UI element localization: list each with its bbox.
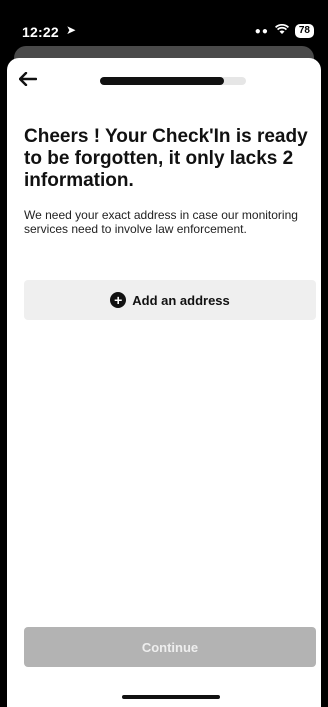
wifi-icon <box>274 23 289 38</box>
plus-circle-icon: + <box>110 292 127 308</box>
status-bar: 12:22 ➤ ●● 78 <box>0 0 328 50</box>
progress-fill <box>100 77 225 85</box>
back-button[interactable] <box>18 71 43 92</box>
signal-dots-icon: ●● <box>254 25 269 37</box>
add-address-label: Add an address <box>132 292 230 308</box>
status-icons: ●● 78 <box>254 23 314 38</box>
home-indicator <box>122 695 220 699</box>
arrow-left-icon <box>18 71 38 87</box>
battery-indicator: 78 <box>294 24 314 38</box>
status-time: 12:22 <box>22 24 59 40</box>
modal-sheet: Cheers ! Your Check'In is ready to be fo… <box>7 58 321 707</box>
location-arrow-icon: ➤ <box>66 23 77 37</box>
page-title: Cheers ! Your Check'In is ready to be fo… <box>24 126 308 191</box>
add-address-button[interactable]: + Add an address <box>24 280 316 320</box>
progress-bar <box>100 77 246 85</box>
page-subtitle: We need your exact address in case our m… <box>24 208 298 236</box>
continue-button[interactable]: Continue <box>24 627 316 667</box>
